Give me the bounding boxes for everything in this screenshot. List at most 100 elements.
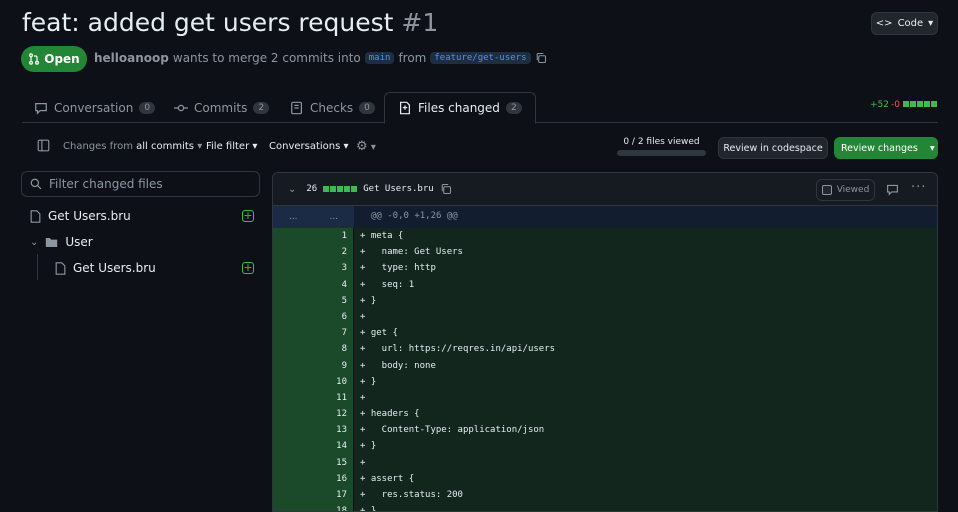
filter-files-input[interactable] (49, 177, 249, 191)
old-line-number[interactable] (273, 325, 313, 342)
old-line-number[interactable] (273, 487, 313, 504)
review-in-codespace-button[interactable]: Review in codespace (718, 137, 828, 159)
new-line-number[interactable]: 17 (313, 487, 353, 504)
diff-line: 4 + seq: 1 (273, 276, 937, 293)
more-options-icon[interactable]: ··· (911, 180, 926, 195)
code-button[interactable]: <> Code ▾ (871, 12, 938, 35)
diff-line: 1 + meta { (273, 228, 937, 245)
changes-from-dropdown[interactable]: Changes from all commits ▾ (63, 141, 202, 152)
old-line-number[interactable] (273, 470, 313, 487)
old-line-number[interactable] (273, 276, 313, 293)
new-line-number[interactable]: 14 (313, 438, 353, 455)
chevron-down-icon: ⌄ (30, 236, 39, 248)
old-line-number[interactable] (273, 228, 313, 245)
old-line-number[interactable] (273, 503, 313, 511)
diff-line: 6 + (273, 308, 937, 326)
new-line-number[interactable]: 8 (313, 341, 353, 358)
diff-line: 12 + headers { (273, 406, 937, 423)
file-tree-item[interactable]: Get Users.bru + (21, 205, 260, 227)
chevron-down-icon[interactable]: ⌄ (288, 184, 296, 195)
diff-line: 13 + Content-Type: application/json (273, 422, 937, 439)
page-title: feat: added get users request #1 (22, 8, 438, 37)
tab-checks-label: Checks (310, 100, 354, 115)
head-branch[interactable]: feature/get-users (430, 52, 531, 64)
diffstat-bar (902, 100, 937, 110)
file-tree-item[interactable]: Get Users.bru + (21, 257, 260, 279)
gear-icon: ⚙ (356, 139, 368, 154)
file-name[interactable]: Get Users.bru (363, 184, 433, 194)
file-tree-item-label: Get Users.bru (73, 261, 156, 275)
diff-line-code: + type: http (353, 260, 937, 277)
new-line-number[interactable]: 5 (313, 292, 353, 309)
code-icon: <> (875, 18, 893, 29)
diff-settings-dropdown[interactable]: ⚙ ▾ (356, 139, 376, 154)
new-line-number[interactable]: 13 (313, 422, 353, 439)
review-changes-label: Review changes (841, 142, 918, 154)
pr-tabs: Conversation 0 Commits 2 Checks 0 Files … (22, 92, 938, 124)
diff-line: 14 + } (273, 438, 937, 455)
diff-line: 11 + (273, 389, 937, 407)
old-line-number[interactable] (273, 357, 313, 374)
old-line-number[interactable] (273, 373, 313, 390)
review-changes-button[interactable]: Review changes ▾ (834, 137, 938, 159)
folder-tree-item[interactable]: ⌄ User (21, 231, 260, 253)
tab-checks[interactable]: Checks 0 (290, 92, 375, 123)
copy-icon[interactable] (440, 183, 452, 195)
new-line-number[interactable]: 3 (313, 260, 353, 277)
new-line-number[interactable]: 9 (313, 357, 353, 374)
viewed-checkbox[interactable]: Viewed (816, 179, 875, 201)
old-line-number[interactable] (273, 406, 313, 423)
diff-line-code: + } (353, 438, 937, 455)
new-line-number[interactable]: 10 (313, 373, 353, 390)
copy-icon[interactable] (535, 52, 547, 64)
viewed-label: Viewed (836, 185, 870, 195)
file-filter-dropdown[interactable]: File filter ▾ (206, 141, 257, 152)
base-branch[interactable]: main (364, 52, 395, 64)
old-line-number[interactable] (273, 341, 313, 358)
tab-files-changed-count: 2 (505, 102, 522, 114)
old-line-number[interactable] (273, 454, 313, 471)
tab-files-changed[interactable]: Files changed 2 (384, 92, 536, 124)
diff-line: 16 + assert { (273, 470, 937, 487)
diff-line-code: + url: https://reqres.in/api/users (353, 341, 937, 358)
new-line-number[interactable]: 6 (313, 308, 353, 326)
diffstat: +52 -0 (870, 100, 937, 110)
tab-commits-label: Commits (194, 100, 248, 115)
deletions-count: -0 (891, 100, 900, 110)
new-line-number[interactable]: 16 (313, 470, 353, 487)
file-diff-header: ⌄ 26 Get Users.bru Viewed ··· (273, 173, 937, 206)
file-diff-icon (400, 101, 410, 115)
new-line-number[interactable]: 1 (313, 228, 353, 245)
folder-tree-item-label: User (65, 235, 93, 249)
new-line-number[interactable]: 15 (313, 454, 353, 471)
new-line-number[interactable]: 12 (313, 406, 353, 423)
new-line-number[interactable]: 2 (313, 244, 353, 261)
conversations-dropdown[interactable]: Conversations ▾ (269, 141, 349, 152)
file-diffstat-bar (322, 186, 358, 192)
old-line-number[interactable] (273, 244, 313, 261)
search-icon (30, 178, 42, 190)
tab-conversation[interactable]: Conversation 0 (34, 92, 156, 123)
folder-icon (46, 237, 58, 247)
new-line-number[interactable]: 18 (313, 503, 353, 511)
old-line-number[interactable] (273, 389, 313, 407)
old-line-number[interactable] (273, 308, 313, 326)
diff-line: 17 + res.status: 200 (273, 487, 937, 504)
hunk-expand-gutter[interactable]: ... ... (273, 206, 354, 228)
file-filter-label: File filter (206, 141, 250, 152)
old-line-number[interactable] (273, 422, 313, 439)
new-line-number[interactable]: 4 (313, 276, 353, 293)
old-line-number[interactable] (273, 438, 313, 455)
new-line-number[interactable]: 7 (313, 325, 353, 342)
new-line-number[interactable]: 11 (313, 389, 353, 407)
comment-icon[interactable] (886, 183, 899, 196)
from-text: from (398, 51, 427, 65)
old-line-number[interactable] (273, 260, 313, 277)
tab-commits-count: 2 (253, 101, 270, 114)
diff-line-code: + Content-Type: application/json (353, 422, 937, 439)
author-link[interactable]: helloanoop (94, 51, 169, 65)
sidebar-toggle-icon[interactable] (37, 139, 50, 152)
additions-count: +52 (870, 100, 889, 110)
tab-commits[interactable]: Commits 2 (174, 92, 270, 123)
old-line-number[interactable] (273, 292, 313, 309)
